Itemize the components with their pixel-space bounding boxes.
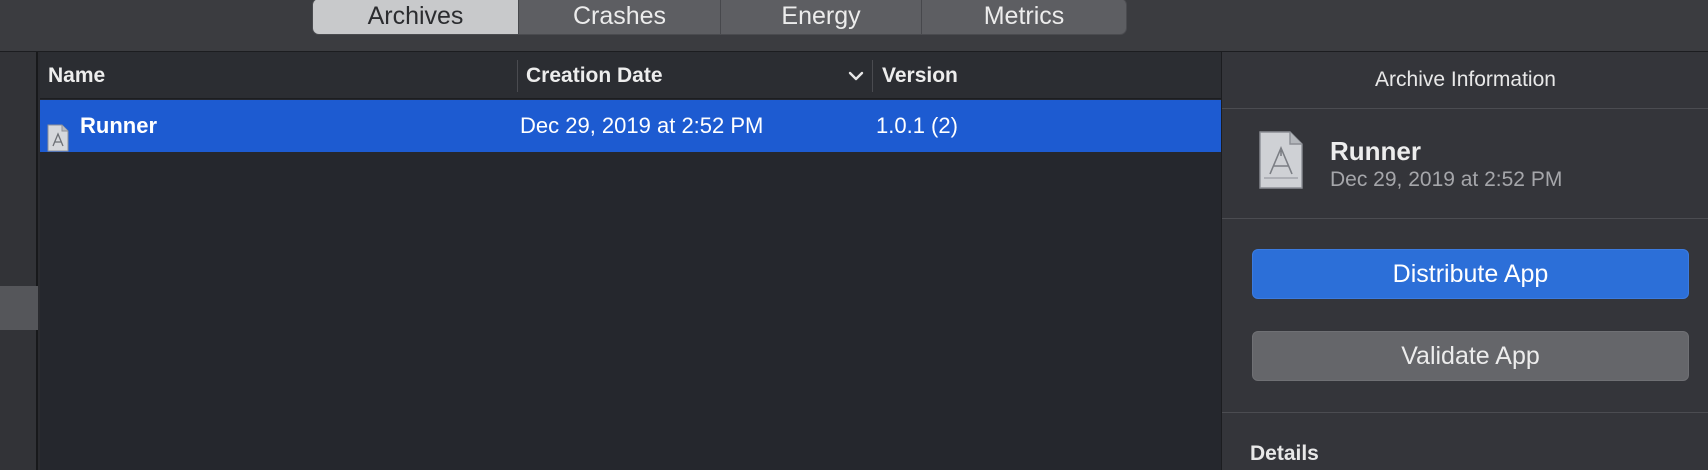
archives-table: Name Creation Date Version Runner Dec 29…: [40, 52, 1221, 470]
chevron-down-icon[interactable]: [846, 64, 866, 88]
divider: [1222, 412, 1708, 413]
row-creation-date: Dec 29, 2019 at 2:52 PM: [520, 113, 764, 138]
archive-name: Runner: [1330, 136, 1421, 166]
row-version: 1.0.1 (2): [876, 113, 958, 138]
tab-crashes[interactable]: Crashes: [519, 0, 721, 34]
inspector-title: Archive Information: [1375, 68, 1556, 91]
archive-icon: [47, 124, 69, 152]
column-divider[interactable]: [872, 60, 873, 92]
tab-metrics[interactable]: Metrics: [922, 0, 1126, 34]
archive-date: Dec 29, 2019 at 2:52 PM: [1330, 168, 1563, 191]
details-heading: Details: [1250, 442, 1319, 465]
archive-inspector: Archive Information Runner Dec 29, 2019 …: [1221, 52, 1708, 470]
column-header-name[interactable]: Name: [48, 52, 105, 99]
toolbar: Archives Crashes Energy Metrics: [0, 0, 1708, 52]
archive-icon: [1259, 131, 1303, 189]
distribute-app-button[interactable]: Distribute App: [1252, 249, 1689, 299]
column-divider[interactable]: [517, 60, 518, 92]
divider: [1222, 108, 1708, 109]
tab-energy[interactable]: Energy: [721, 0, 922, 34]
column-header-version[interactable]: Version: [882, 52, 958, 99]
divider: [1222, 218, 1708, 219]
organizer-segmented-control: Archives Crashes Energy Metrics: [312, 0, 1127, 35]
sidebar: [0, 52, 38, 470]
validate-app-button[interactable]: Validate App: [1252, 331, 1689, 381]
table-header: Name Creation Date Version: [40, 52, 1221, 99]
sidebar-selected-item[interactable]: [0, 286, 38, 330]
column-header-creation-date[interactable]: Creation Date: [526, 52, 663, 99]
tab-archives[interactable]: Archives: [313, 0, 519, 34]
row-name: Runner: [80, 113, 157, 138]
table-row[interactable]: Runner Dec 29, 2019 at 2:52 PM 1.0.1 (2): [40, 100, 1221, 152]
